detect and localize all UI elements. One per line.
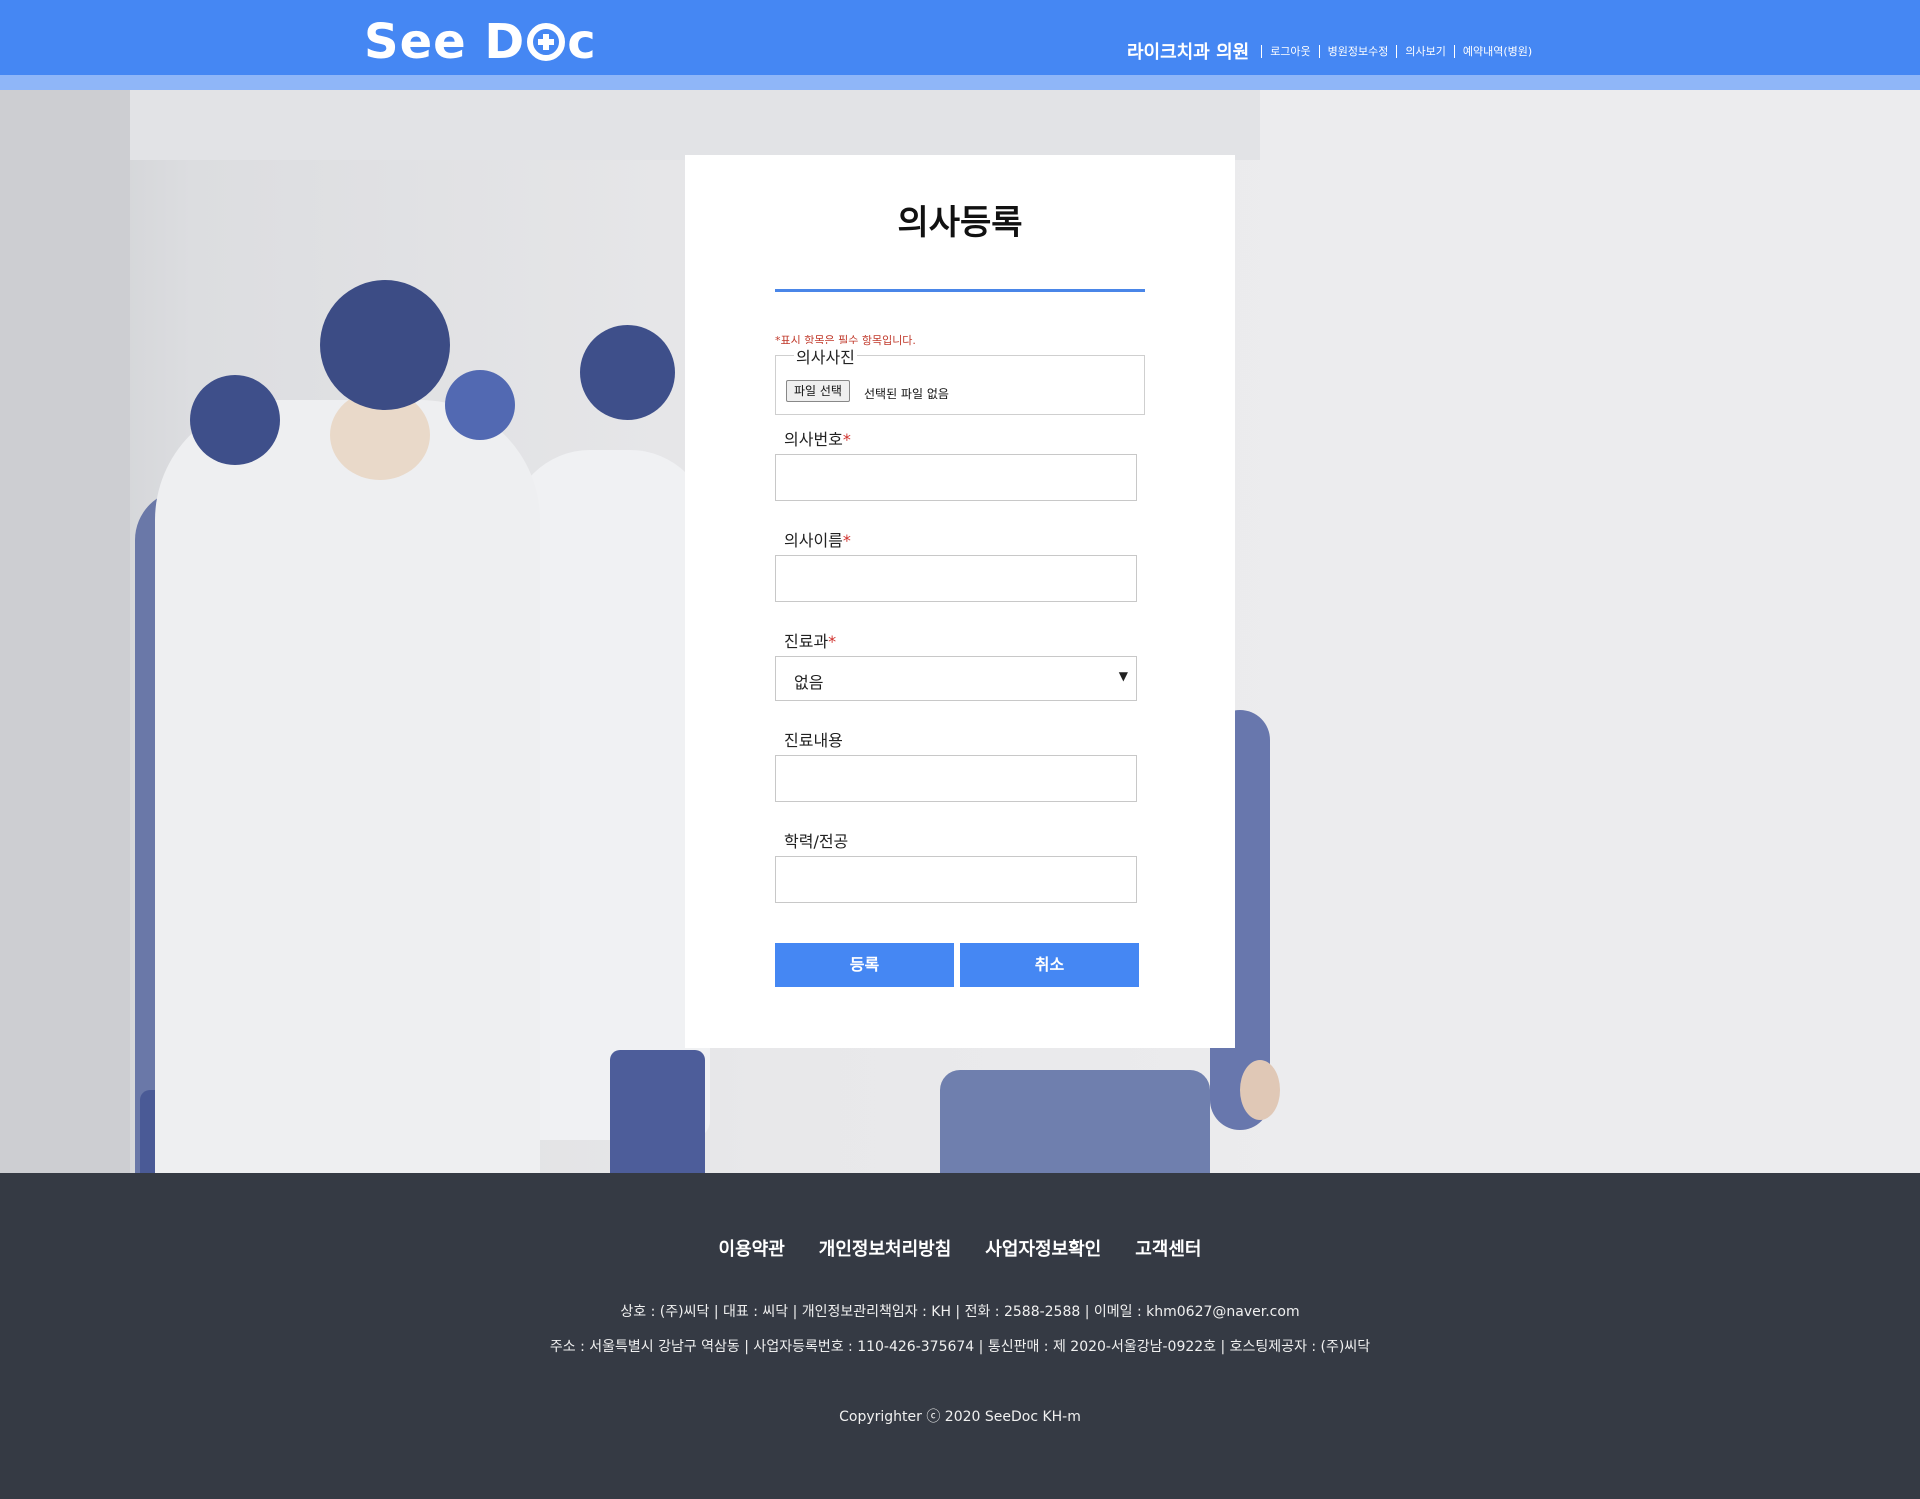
header-accent-strip — [0, 75, 1920, 90]
background-figure — [1240, 1060, 1280, 1120]
photo-legend: 의사사진 — [794, 344, 857, 368]
treatment-input[interactable] — [775, 755, 1137, 802]
page-title: 의사등록 — [897, 203, 1023, 243]
top-header: See D c 라이크치과 의원 로그아웃 병원정보수정 의사보기 예약내역(병원… — [0, 0, 1920, 75]
doctor-number-label: 의사번호* — [784, 426, 851, 450]
background-figure — [320, 280, 450, 410]
medical-cross-icon — [527, 23, 566, 61]
footer-link-support[interactable]: 고객센터 — [1135, 1235, 1201, 1261]
education-label: 학력/전공 — [784, 832, 849, 851]
footer-links: 이용약관 개인정보처리방침 사업자정보확인 고객센터 — [0, 1235, 1920, 1261]
nav-divider — [1318, 44, 1320, 58]
clinic-name: 라이크치과 의원 — [1127, 42, 1250, 63]
required-star: * — [842, 531, 851, 550]
nav-divider — [1396, 44, 1398, 58]
site-footer: 이용약관 개인정보처리방침 사업자정보확인 고객센터 상호 : (주)씨닥 | … — [0, 1173, 1920, 1499]
submit-button[interactable]: 등록 — [775, 943, 954, 987]
footer-address-info: 주소 : 서울특별시 강남구 역삼동 | 사업자등록번호 : 110-426-3… — [549, 1339, 1371, 1355]
footer-link-terms[interactable]: 이용약관 — [719, 1235, 785, 1261]
logo-text-end: c — [567, 14, 597, 70]
background-wall — [1260, 90, 1920, 1173]
file-select-button[interactable]: 파일 선택 — [786, 380, 850, 402]
chevron-down-icon: ▼ — [1118, 669, 1128, 683]
top-nav: 라이크치과 의원 로그아웃 병원정보수정 의사보기 예약내역(병원) — [1127, 38, 1532, 64]
background-figure — [190, 375, 280, 465]
background-figure — [610, 1050, 705, 1173]
department-selected-value: 없음 — [794, 673, 824, 692]
background-ceiling — [130, 90, 1260, 160]
cancel-button[interactable]: 취소 — [960, 943, 1139, 987]
nav-logout-link[interactable]: 로그아웃 — [1270, 43, 1310, 59]
doctor-name-label-text: 의사이름 — [784, 531, 843, 550]
photo-fieldset: 의사사진 파일 선택 선택된 파일 없음 — [775, 344, 1145, 415]
required-star: * — [842, 430, 851, 449]
department-label-text: 진료과 — [784, 632, 829, 651]
doctor-registration-form: 의사등록 *표시 항목은 필수 항목입니다. 의사사진 파일 선택 선택된 파일… — [685, 155, 1235, 1048]
background-figure — [445, 370, 515, 440]
seedoc-logo[interactable]: See D c — [364, 14, 597, 70]
treatment-label: 진료내용 — [784, 731, 843, 750]
nav-divider — [1453, 44, 1455, 58]
required-star: * — [828, 632, 837, 651]
nav-reservations-link[interactable]: 예약내역(병원) — [1463, 43, 1532, 59]
doctor-name-label: 의사이름* — [784, 527, 851, 551]
doctor-name-input[interactable] — [775, 555, 1137, 602]
nav-divider — [1261, 44, 1263, 58]
footer-link-privacy[interactable]: 개인정보처리방침 — [819, 1235, 951, 1261]
nav-edit-hospital-link[interactable]: 병원정보수정 — [1328, 43, 1389, 59]
doctor-number-input[interactable] — [775, 454, 1137, 501]
department-select[interactable]: 없음 ▼ — [775, 656, 1137, 701]
title-divider — [775, 289, 1145, 292]
nav-view-doctors-link[interactable]: 의사보기 — [1405, 43, 1445, 59]
file-status: 선택된 파일 없음 — [864, 387, 949, 401]
education-input[interactable] — [775, 856, 1137, 903]
background-figure — [580, 325, 675, 420]
footer-copyright: Copyrighter ⓒ 2020 SeeDoc KH-m — [839, 1409, 1081, 1425]
background-figure — [940, 1070, 1210, 1173]
background-figure — [510, 450, 710, 1140]
footer-company-info: 상호 : (주)씨닥 | 대표 : 씨닥 | 개인정보관리책임자 : KH | … — [620, 1304, 1300, 1320]
logo-text-start: See D — [364, 14, 526, 70]
footer-link-business-info[interactable]: 사업자정보확인 — [985, 1235, 1101, 1261]
department-label: 진료과* — [784, 628, 836, 652]
doctor-number-label-text: 의사번호 — [784, 430, 843, 449]
background-wall — [0, 90, 130, 1173]
background-figure — [155, 400, 540, 1173]
